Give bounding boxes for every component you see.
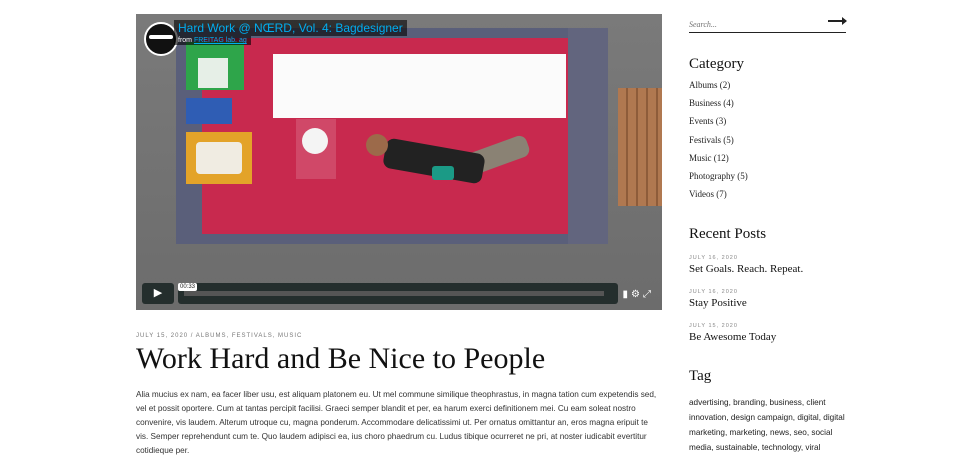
video-scene-sign (186, 98, 232, 124)
volume-icon[interactable]: ▮ (623, 289, 632, 300)
progress-track[interactable] (184, 291, 604, 296)
recent-post-title[interactable]: Be Awesome Today (689, 331, 776, 343)
progress-bar-container[interactable] (178, 283, 618, 304)
video-scene-sign (198, 58, 228, 88)
recent-post-item[interactable]: JULY 15, 2020 Be Awesome Today (689, 323, 776, 343)
category-item[interactable]: Music (12) (689, 153, 748, 171)
video-from-prefix: from (178, 37, 192, 44)
category-list: Albums (2) Business (4) Events (3) Festi… (689, 80, 748, 207)
recent-post-item[interactable]: JULY 16, 2020 Stay Positive (689, 289, 747, 309)
recent-post-date: JULY 15, 2020 (689, 323, 738, 329)
tag-cloud[interactable]: advertising, branding, business, client … (689, 395, 846, 455)
post-title[interactable]: Work Hard and Be Nice to People (136, 342, 545, 376)
post-excerpt: Alia mucius ex nam, ea facer liber usu, … (136, 390, 657, 455)
category-item[interactable]: Photography (5) (689, 171, 748, 189)
tag-heading: Tag (689, 368, 712, 384)
video-scene-sign (196, 142, 242, 174)
category-item[interactable]: Business (4) (689, 98, 748, 116)
time-label: 00:33 (178, 283, 198, 291)
category-item[interactable]: Festivals (5) (689, 135, 748, 153)
recent-post-date: JULY 16, 2020 (689, 289, 738, 295)
recent-post-item[interactable]: JULY 16, 2020 Set Goals. Reach. Repeat. (689, 255, 803, 275)
player-icons: ▮⚙⤢ (623, 289, 654, 300)
search-input[interactable] (689, 18, 809, 29)
category-heading: Category (689, 56, 744, 72)
video-player[interactable]: Hard Work @ NŒRD, Vol. 4: Bagdesigner fr… (136, 14, 662, 310)
recent-post-title[interactable]: Set Goals. Reach. Repeat. (689, 263, 803, 275)
video-controls: ▶ 00:33 ▮⚙⤢ (136, 272, 662, 310)
fullscreen-icon[interactable]: ⤢ (643, 289, 654, 300)
settings-icon[interactable]: ⚙ (631, 289, 643, 300)
video-title[interactable]: Hard Work @ NŒRD, Vol. 4: Bagdesigner (174, 20, 407, 36)
video-byline[interactable]: from FREITAG lab. ag (174, 36, 251, 45)
video-scene-bag (432, 166, 454, 180)
recent-posts-heading: Recent Posts (689, 226, 767, 242)
search-arrow-icon[interactable] (828, 17, 847, 25)
category-item[interactable]: Albums (2) (689, 80, 748, 98)
video-author-link[interactable]: FREITAG lab. ag (194, 37, 247, 44)
category-item[interactable]: Videos (7) (689, 189, 748, 207)
recent-post-date: JULY 16, 2020 (689, 255, 738, 261)
channel-logo[interactable] (144, 22, 178, 56)
video-scene-plate (302, 128, 328, 154)
sidebar: Category Albums (2) Business (4) Events … (689, 14, 847, 452)
play-icon: ▶ (153, 287, 163, 299)
video-scene-table-edge (568, 28, 608, 244)
video-scene-pallet (618, 88, 662, 206)
video-scene-person (366, 134, 388, 156)
post-meta[interactable]: JULY 15, 2020 / ALBUMS, FESTIVALS, MUSIC (136, 333, 302, 339)
video-scene-band (273, 54, 566, 118)
search-form (689, 14, 847, 33)
play-button[interactable]: ▶ (142, 283, 174, 304)
recent-post-title[interactable]: Stay Positive (689, 297, 747, 309)
category-item[interactable]: Events (3) (689, 116, 748, 134)
